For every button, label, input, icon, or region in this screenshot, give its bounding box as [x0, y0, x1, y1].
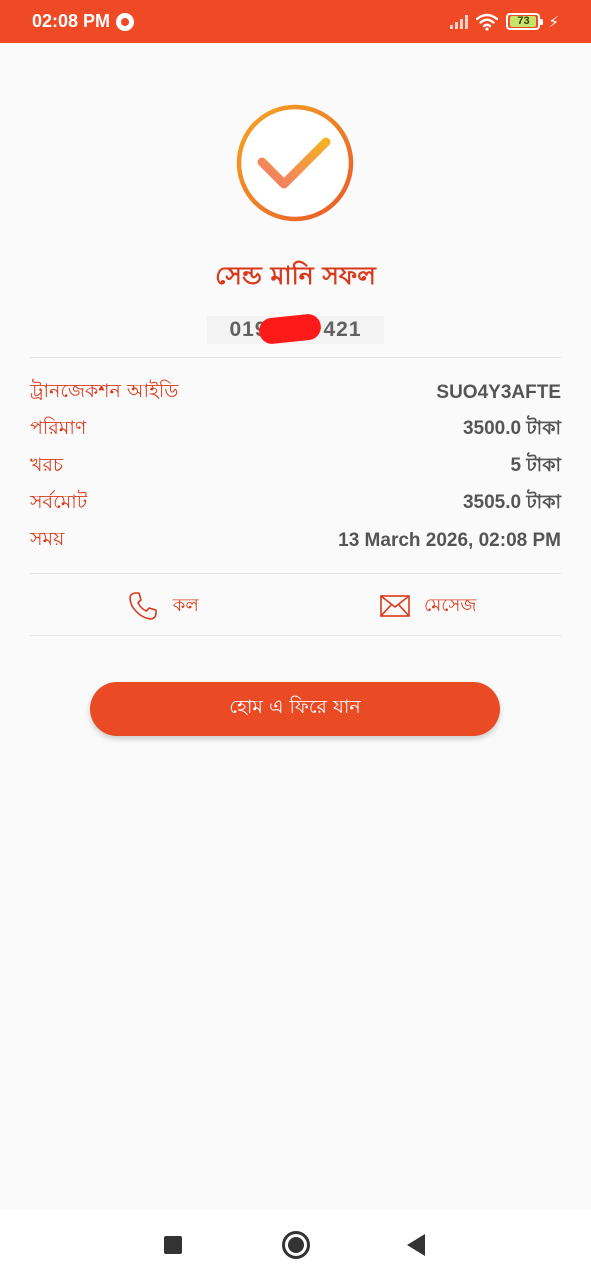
- detail-row-time: সময় 13 March 2026, 02:08 PM: [30, 522, 561, 559]
- detail-value: SUO4Y3AFTE: [436, 381, 561, 403]
- divider: [30, 573, 561, 574]
- triangle-back-icon[interactable]: [407, 1234, 425, 1256]
- call-label: কল: [172, 594, 199, 616]
- recipient-number-end: 421: [323, 318, 362, 341]
- detail-label: ট্রানজেকশন আইডি: [30, 379, 179, 402]
- signal-icon: [450, 14, 469, 29]
- status-time: 02:08 PM: [32, 11, 111, 31]
- message-label: মেসেজ: [423, 594, 477, 616]
- checkmark-circle-icon: [236, 104, 354, 222]
- message-button[interactable]: মেসেজ: [296, 582, 562, 630]
- recipient-number: 019 421: [207, 312, 384, 346]
- go-home-button[interactable]: হোম এ ফিরে যান: [90, 682, 500, 736]
- status-bar: 02:08 PM 73 ⚡: [0, 0, 591, 43]
- detail-label: পরিমাণ: [30, 416, 87, 439]
- divider: [30, 635, 561, 636]
- contact-actions: কল মেসেজ: [30, 582, 561, 630]
- envelope-icon: [380, 595, 410, 617]
- status-left: 02:08 PM: [32, 11, 135, 32]
- detail-label: সর্বমোট: [30, 490, 88, 513]
- divider: [30, 357, 561, 358]
- detail-row-total: সর্বমোট 3505.0 টাকা: [30, 485, 561, 522]
- lightning-icon: ⚡: [548, 12, 559, 31]
- detail-value: 3505.0 টাকা: [462, 491, 561, 513]
- detail-value: 5 টাকা: [510, 454, 561, 476]
- detail-row-amount: পরিমাণ 3500.0 টাকা: [30, 411, 561, 448]
- phone-icon: [128, 592, 157, 620]
- call-button[interactable]: কল: [30, 582, 296, 630]
- status-right: 73 ⚡: [450, 13, 559, 31]
- redaction-mark: [258, 312, 323, 346]
- detail-value: 13 March 2026, 02:08 PM: [338, 529, 561, 551]
- square-icon[interactable]: [164, 1236, 182, 1254]
- circle-icon[interactable]: [282, 1231, 310, 1259]
- recipient-number-wrap: 019 421: [0, 312, 591, 346]
- detail-value: 3500.0 টাকা: [462, 417, 561, 439]
- wifi-icon: [476, 13, 499, 31]
- detail-label: খরচ: [30, 453, 64, 476]
- app-notification-icon: [116, 12, 135, 31]
- battery-level: 73: [510, 16, 537, 27]
- success-title: সেন্ড মানি সফল: [215, 261, 376, 290]
- detail-row-fee: খরচ 5 টাকা: [30, 448, 561, 485]
- detail-row-transaction-id: ট্রানজেকশন আইডি SUO4Y3AFTE: [30, 374, 561, 411]
- detail-label: সময়: [30, 527, 65, 550]
- battery-icon: 73: [506, 13, 544, 30]
- transaction-details: ট্রানজেকশন আইডি SUO4Y3AFTE পরিমাণ 3500.0…: [30, 374, 561, 559]
